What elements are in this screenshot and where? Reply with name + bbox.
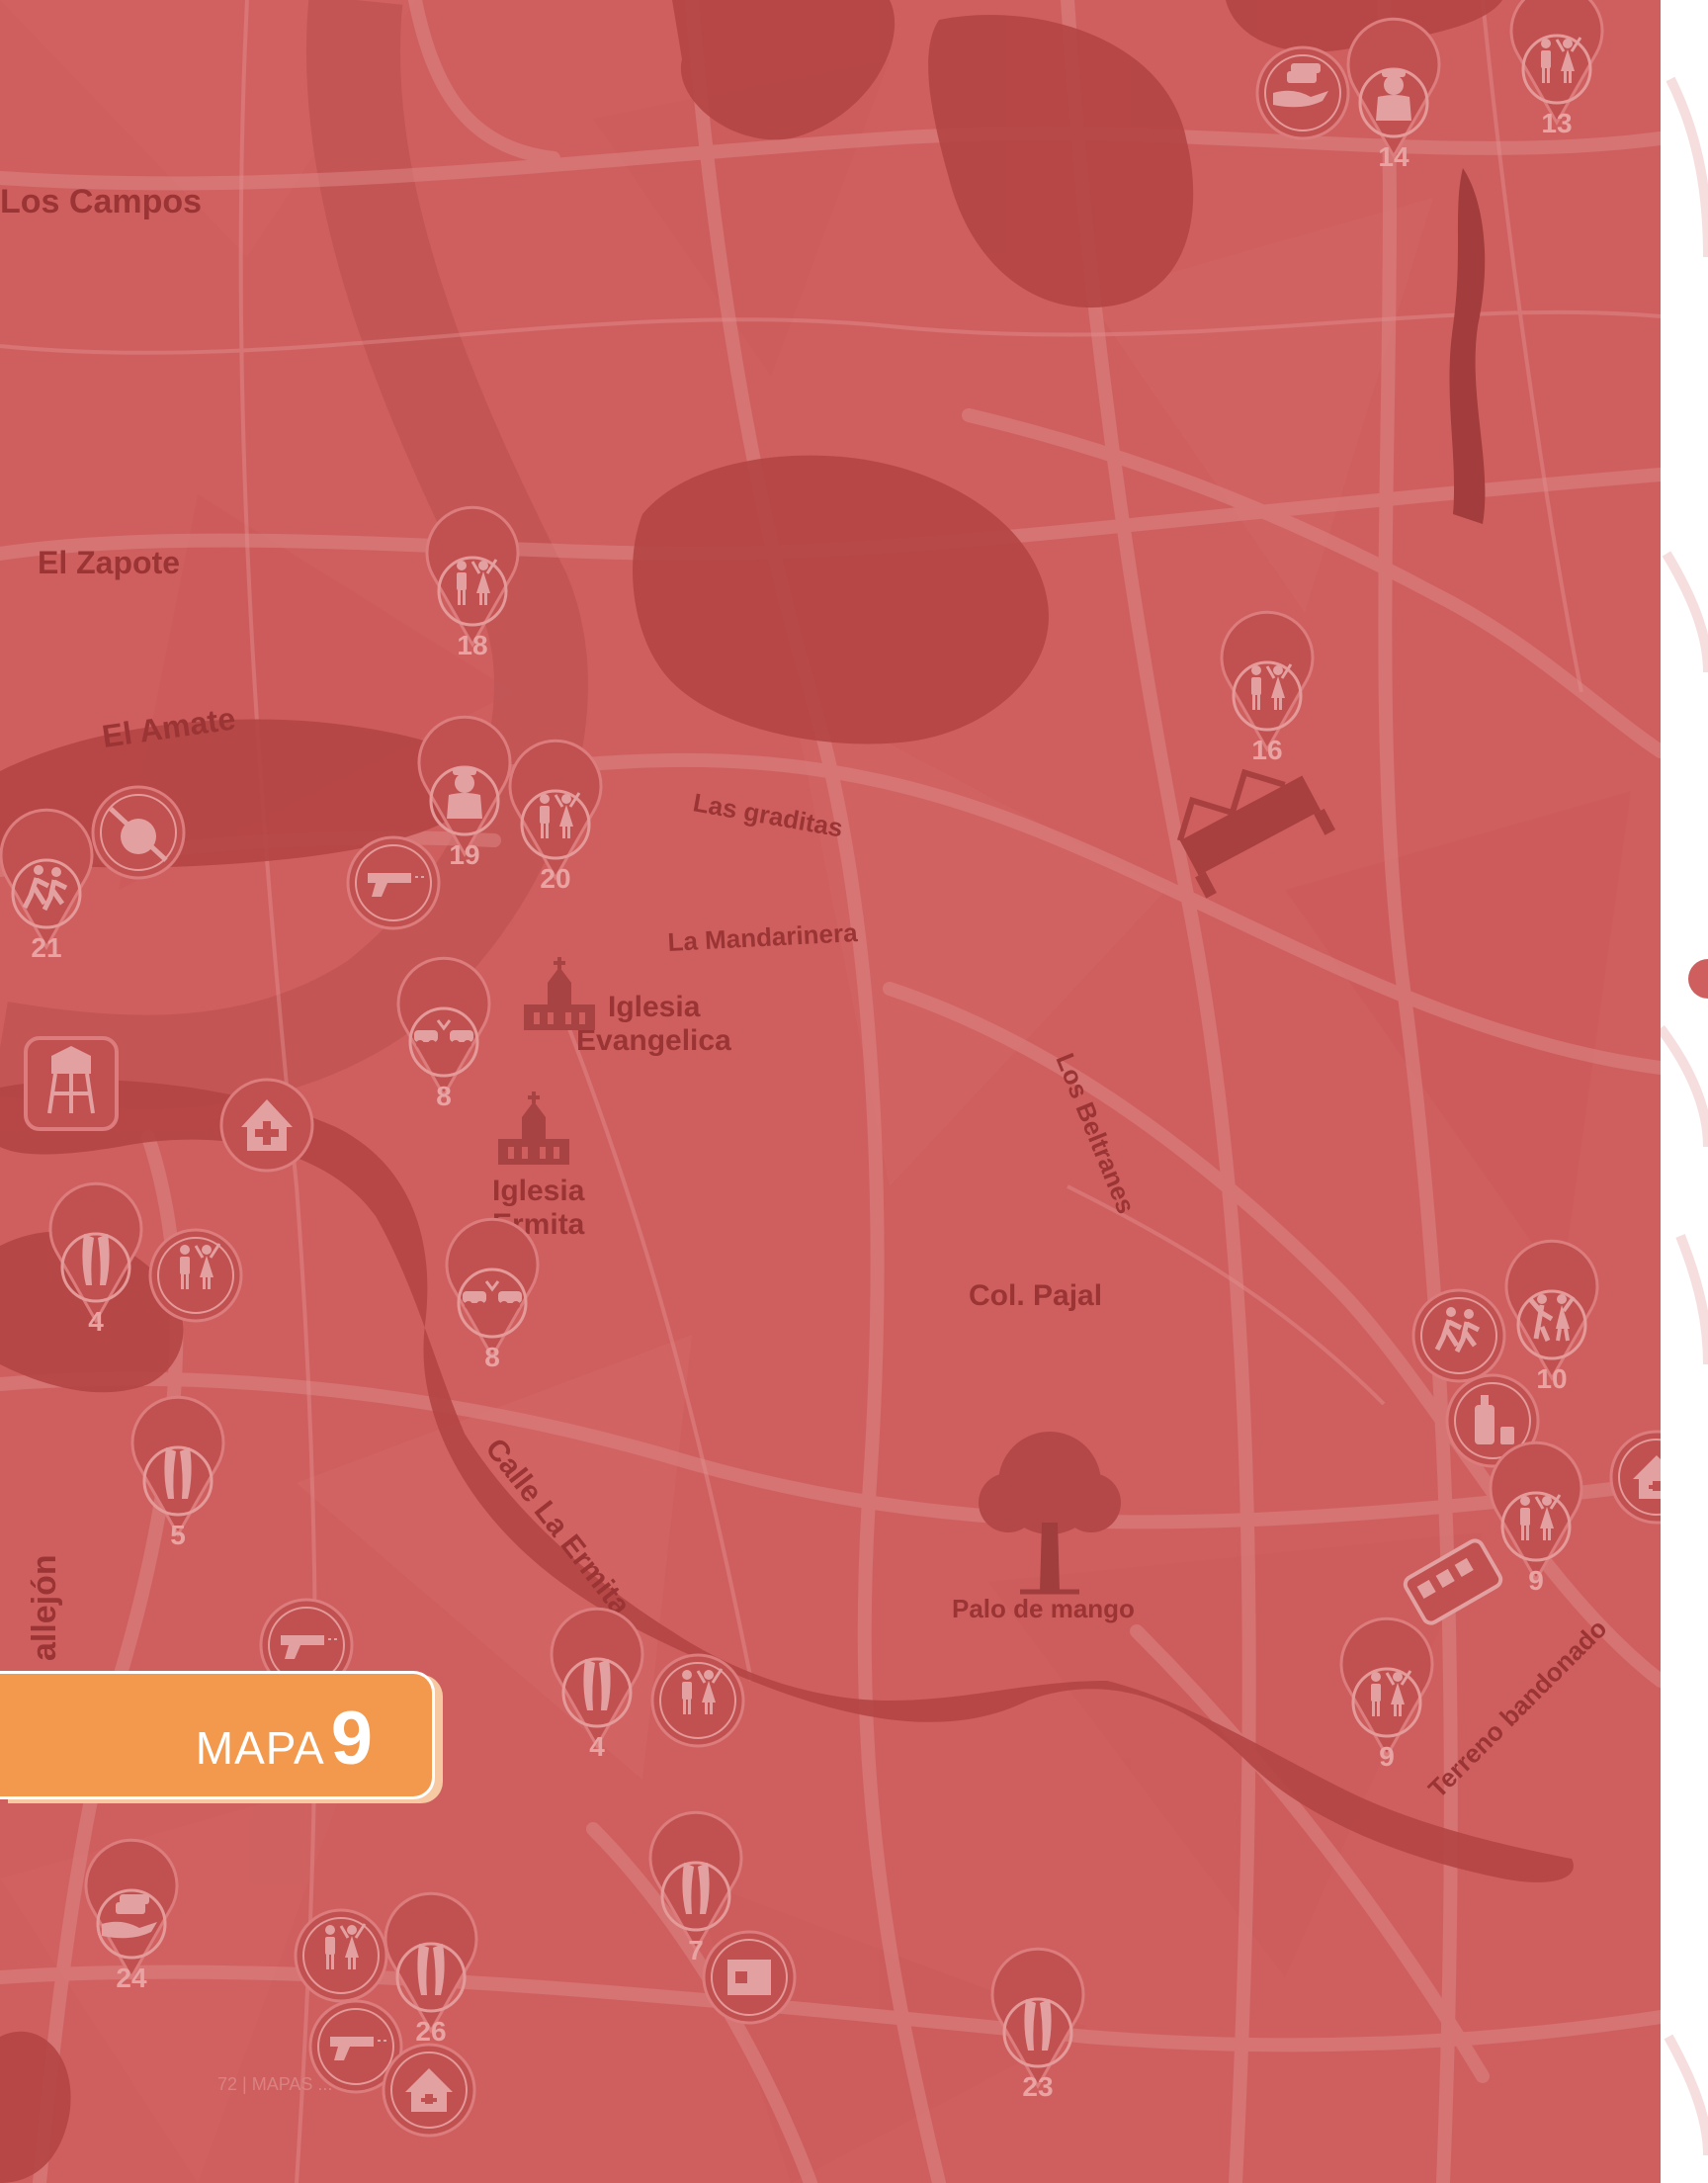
svg-text:9: 9 (1528, 1565, 1544, 1596)
health-center-icon (219, 1078, 314, 1173)
label-callejon: allejón (26, 1554, 63, 1661)
label-el-zapote: El Zapote (38, 545, 180, 580)
label-iglesia-ermita-1: Iglesia (492, 1175, 585, 1207)
houses-circle-icon (382, 2043, 476, 2138)
couple-circle-icon-a (148, 1228, 243, 1323)
svg-text:19: 19 (449, 839, 479, 870)
label-iglesia-evangelica-1: Iglesia (608, 991, 701, 1023)
svg-text:4: 4 (88, 1306, 104, 1337)
house-circle-icon-right (1609, 1430, 1661, 1525)
couple-circle-icon-b (650, 1653, 745, 1748)
map-canvas: Los Campos El Zapote El Amate Las gradit… (0, 0, 1661, 2183)
label-palo-de-mango: Palo de mango (952, 1594, 1135, 1623)
marker-23[interactable]: 23 (990, 1894, 1085, 2102)
badge-word: MAPA (195, 1722, 325, 1774)
map-panel[interactable]: Los Campos El Zapote El Amate Las gradit… (0, 0, 1661, 2183)
svg-text:9: 9 (1379, 1741, 1395, 1772)
label-los-campos: Los Campos (0, 183, 202, 220)
crossed-animal-circle-icon (91, 785, 186, 880)
label-col-pajal: Col. Pajal (969, 1279, 1102, 1312)
svg-text:4: 4 (589, 1731, 605, 1762)
svg-text:8: 8 (436, 1081, 452, 1111)
svg-text:20: 20 (540, 863, 570, 894)
church-ermita-icon (498, 1092, 569, 1165)
svg-text:24: 24 (116, 1963, 147, 1993)
money-hand-circle-icon (1255, 45, 1350, 140)
label-iglesia-evangelica-2: Evangelica (576, 1024, 731, 1057)
couple-circle-icon-c (294, 1908, 388, 2003)
svg-text:18: 18 (457, 630, 487, 660)
svg-text:5: 5 (170, 1520, 186, 1550)
hedge (1449, 168, 1486, 524)
marker-13[interactable]: 13 (1509, 0, 1604, 138)
svg-text:14: 14 (1378, 141, 1409, 172)
svg-text:16: 16 (1251, 735, 1282, 765)
svg-text:10: 10 (1536, 1363, 1567, 1394)
svg-text:8: 8 (484, 1342, 500, 1372)
label-la-mandarinera: La Mandarinera (667, 917, 859, 957)
gun-circle-icon (346, 835, 441, 930)
shop-circle-icon (702, 1930, 797, 2025)
label-los-beltranes: Los Beltranes (1050, 1049, 1141, 1218)
fighting-people-circle-icon (1411, 1288, 1506, 1383)
church-evangelica-icon (524, 957, 595, 1030)
badge-number: 9 (330, 1697, 373, 1781)
svg-text:23: 23 (1022, 2071, 1053, 2102)
marker-26[interactable]: 26 (384, 1839, 478, 2047)
water-tower-icon (24, 1036, 119, 1131)
svg-text:7: 7 (688, 1935, 704, 1965)
mango-tree-icon (979, 1432, 1121, 1595)
svg-text:13: 13 (1541, 108, 1572, 138)
page-footer: 72 | MAPAS ... (217, 2074, 333, 2094)
map-number-badge: MAPA9 (0, 1671, 435, 1799)
svg-text:26: 26 (415, 2016, 446, 2047)
svg-text:21: 21 (31, 932, 61, 963)
right-page-margin (1661, 0, 1708, 2183)
